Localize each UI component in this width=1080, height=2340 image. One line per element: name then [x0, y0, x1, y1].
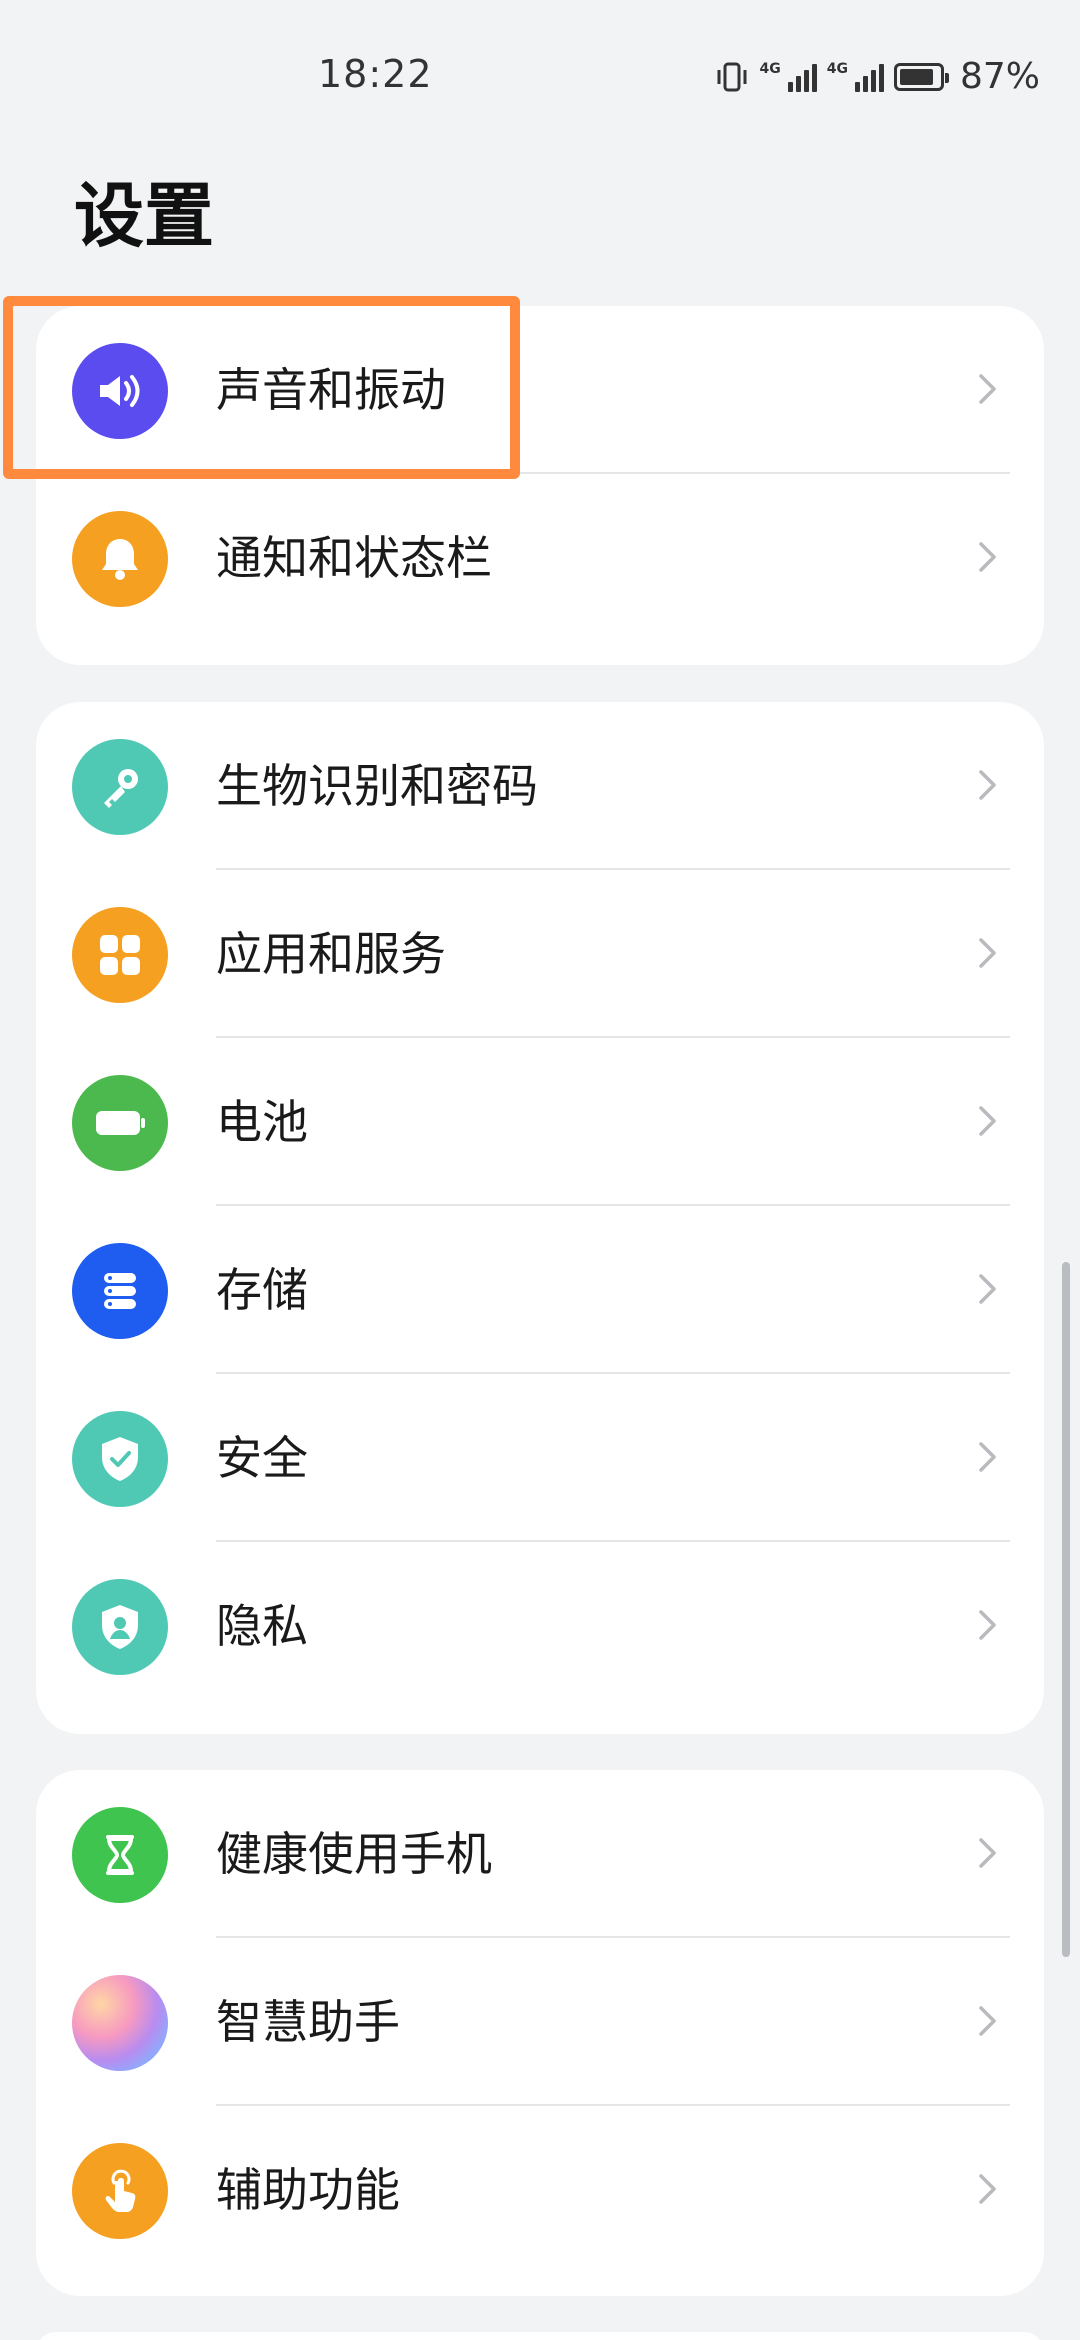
settings-item-label: 电池: [216, 1095, 308, 1149]
settings-item-notifications[interactable]: 通知和状态栏: [36, 474, 1044, 642]
status-time: 18:22: [318, 52, 433, 96]
status-bar: 18:22 4G 4G 87%: [0, 0, 1080, 150]
settings-group-4-partial: [36, 2332, 1044, 2340]
settings-item-accessibility[interactable]: 辅助功能: [36, 2106, 1044, 2274]
settings-group-3: 健康使用手机 智慧助手 辅助功能: [36, 1770, 1044, 2296]
assistant-orb-icon: [72, 1975, 168, 2071]
hourglass-icon: [72, 1807, 168, 1903]
battery-fill: [899, 68, 934, 85]
settings-item-label: 应用和服务: [216, 927, 446, 981]
chevron-right-icon: [979, 374, 996, 404]
settings-item-label: 辅助功能: [216, 2163, 400, 2217]
battery-status-icon: [893, 62, 949, 91]
chevron-right-icon: [979, 1610, 996, 1640]
shield-check-icon: [72, 1411, 168, 1507]
page-title: 设置: [74, 175, 214, 257]
settings-item-battery[interactable]: 电池: [36, 1038, 1044, 1206]
settings-item-digital-balance[interactable]: 健康使用手机: [36, 1770, 1044, 1938]
settings-item-storage[interactable]: 存储: [36, 1206, 1044, 1374]
signal-icon-1: 4G: [760, 62, 817, 92]
settings-item-apps[interactable]: 应用和服务: [36, 870, 1044, 1038]
vibrate-icon: [717, 62, 747, 91]
settings-item-label: 智慧助手: [216, 1995, 400, 2049]
settings-group-2: 生物识别和密码 应用和服务 电池 存储 安全 隐私: [36, 702, 1044, 1734]
settings-item-label: 存储: [216, 1263, 308, 1317]
settings-item-label: 健康使用手机: [216, 1827, 492, 1881]
settings-item-security[interactable]: 安全: [36, 1374, 1044, 1542]
settings-group-1: 声音和振动 通知和状态栏: [36, 306, 1044, 665]
settings-screen: 18:22 4G 4G 87% 设置 声音和振动 通知和状态栏 生物识别和密码 …: [0, 0, 1080, 2340]
scrollbar[interactable]: [1062, 1262, 1070, 1957]
chevron-right-icon: [979, 938, 996, 968]
settings-item-biometrics[interactable]: 生物识别和密码: [36, 702, 1044, 870]
settings-item-privacy[interactable]: 隐私: [36, 1542, 1044, 1710]
settings-item-label: 声音和振动: [216, 363, 446, 417]
bell-icon: [72, 511, 168, 607]
chevron-right-icon: [979, 1838, 996, 1868]
settings-item-label: 安全: [216, 1431, 308, 1485]
privacy-shield-icon: [72, 1579, 168, 1675]
storage-icon: [72, 1243, 168, 1339]
settings-item-label: 通知和状态栏: [216, 531, 492, 585]
key-icon: [72, 739, 168, 835]
chevron-right-icon: [979, 770, 996, 800]
status-indicators: 4G 4G 87%: [714, 56, 1040, 97]
chevron-right-icon: [979, 1274, 996, 1304]
apps-grid-icon: [72, 907, 168, 1003]
settings-item-label: 生物识别和密码: [216, 759, 538, 813]
chevron-right-icon: [979, 2006, 996, 2036]
battery-percent: 87%: [959, 56, 1040, 97]
signal-icon-2: 4G: [827, 62, 884, 92]
settings-item-assistant[interactable]: 智慧助手: [36, 1938, 1044, 2106]
hand-tap-icon: [72, 2143, 168, 2239]
chevron-right-icon: [979, 2174, 996, 2204]
settings-item-label: 隐私: [216, 1599, 308, 1653]
chevron-right-icon: [979, 542, 996, 572]
settings-item-sound[interactable]: 声音和振动: [36, 306, 1044, 474]
chevron-right-icon: [979, 1106, 996, 1136]
speaker-icon: [72, 343, 168, 439]
battery-icon: [72, 1075, 168, 1171]
chevron-right-icon: [979, 1442, 996, 1472]
